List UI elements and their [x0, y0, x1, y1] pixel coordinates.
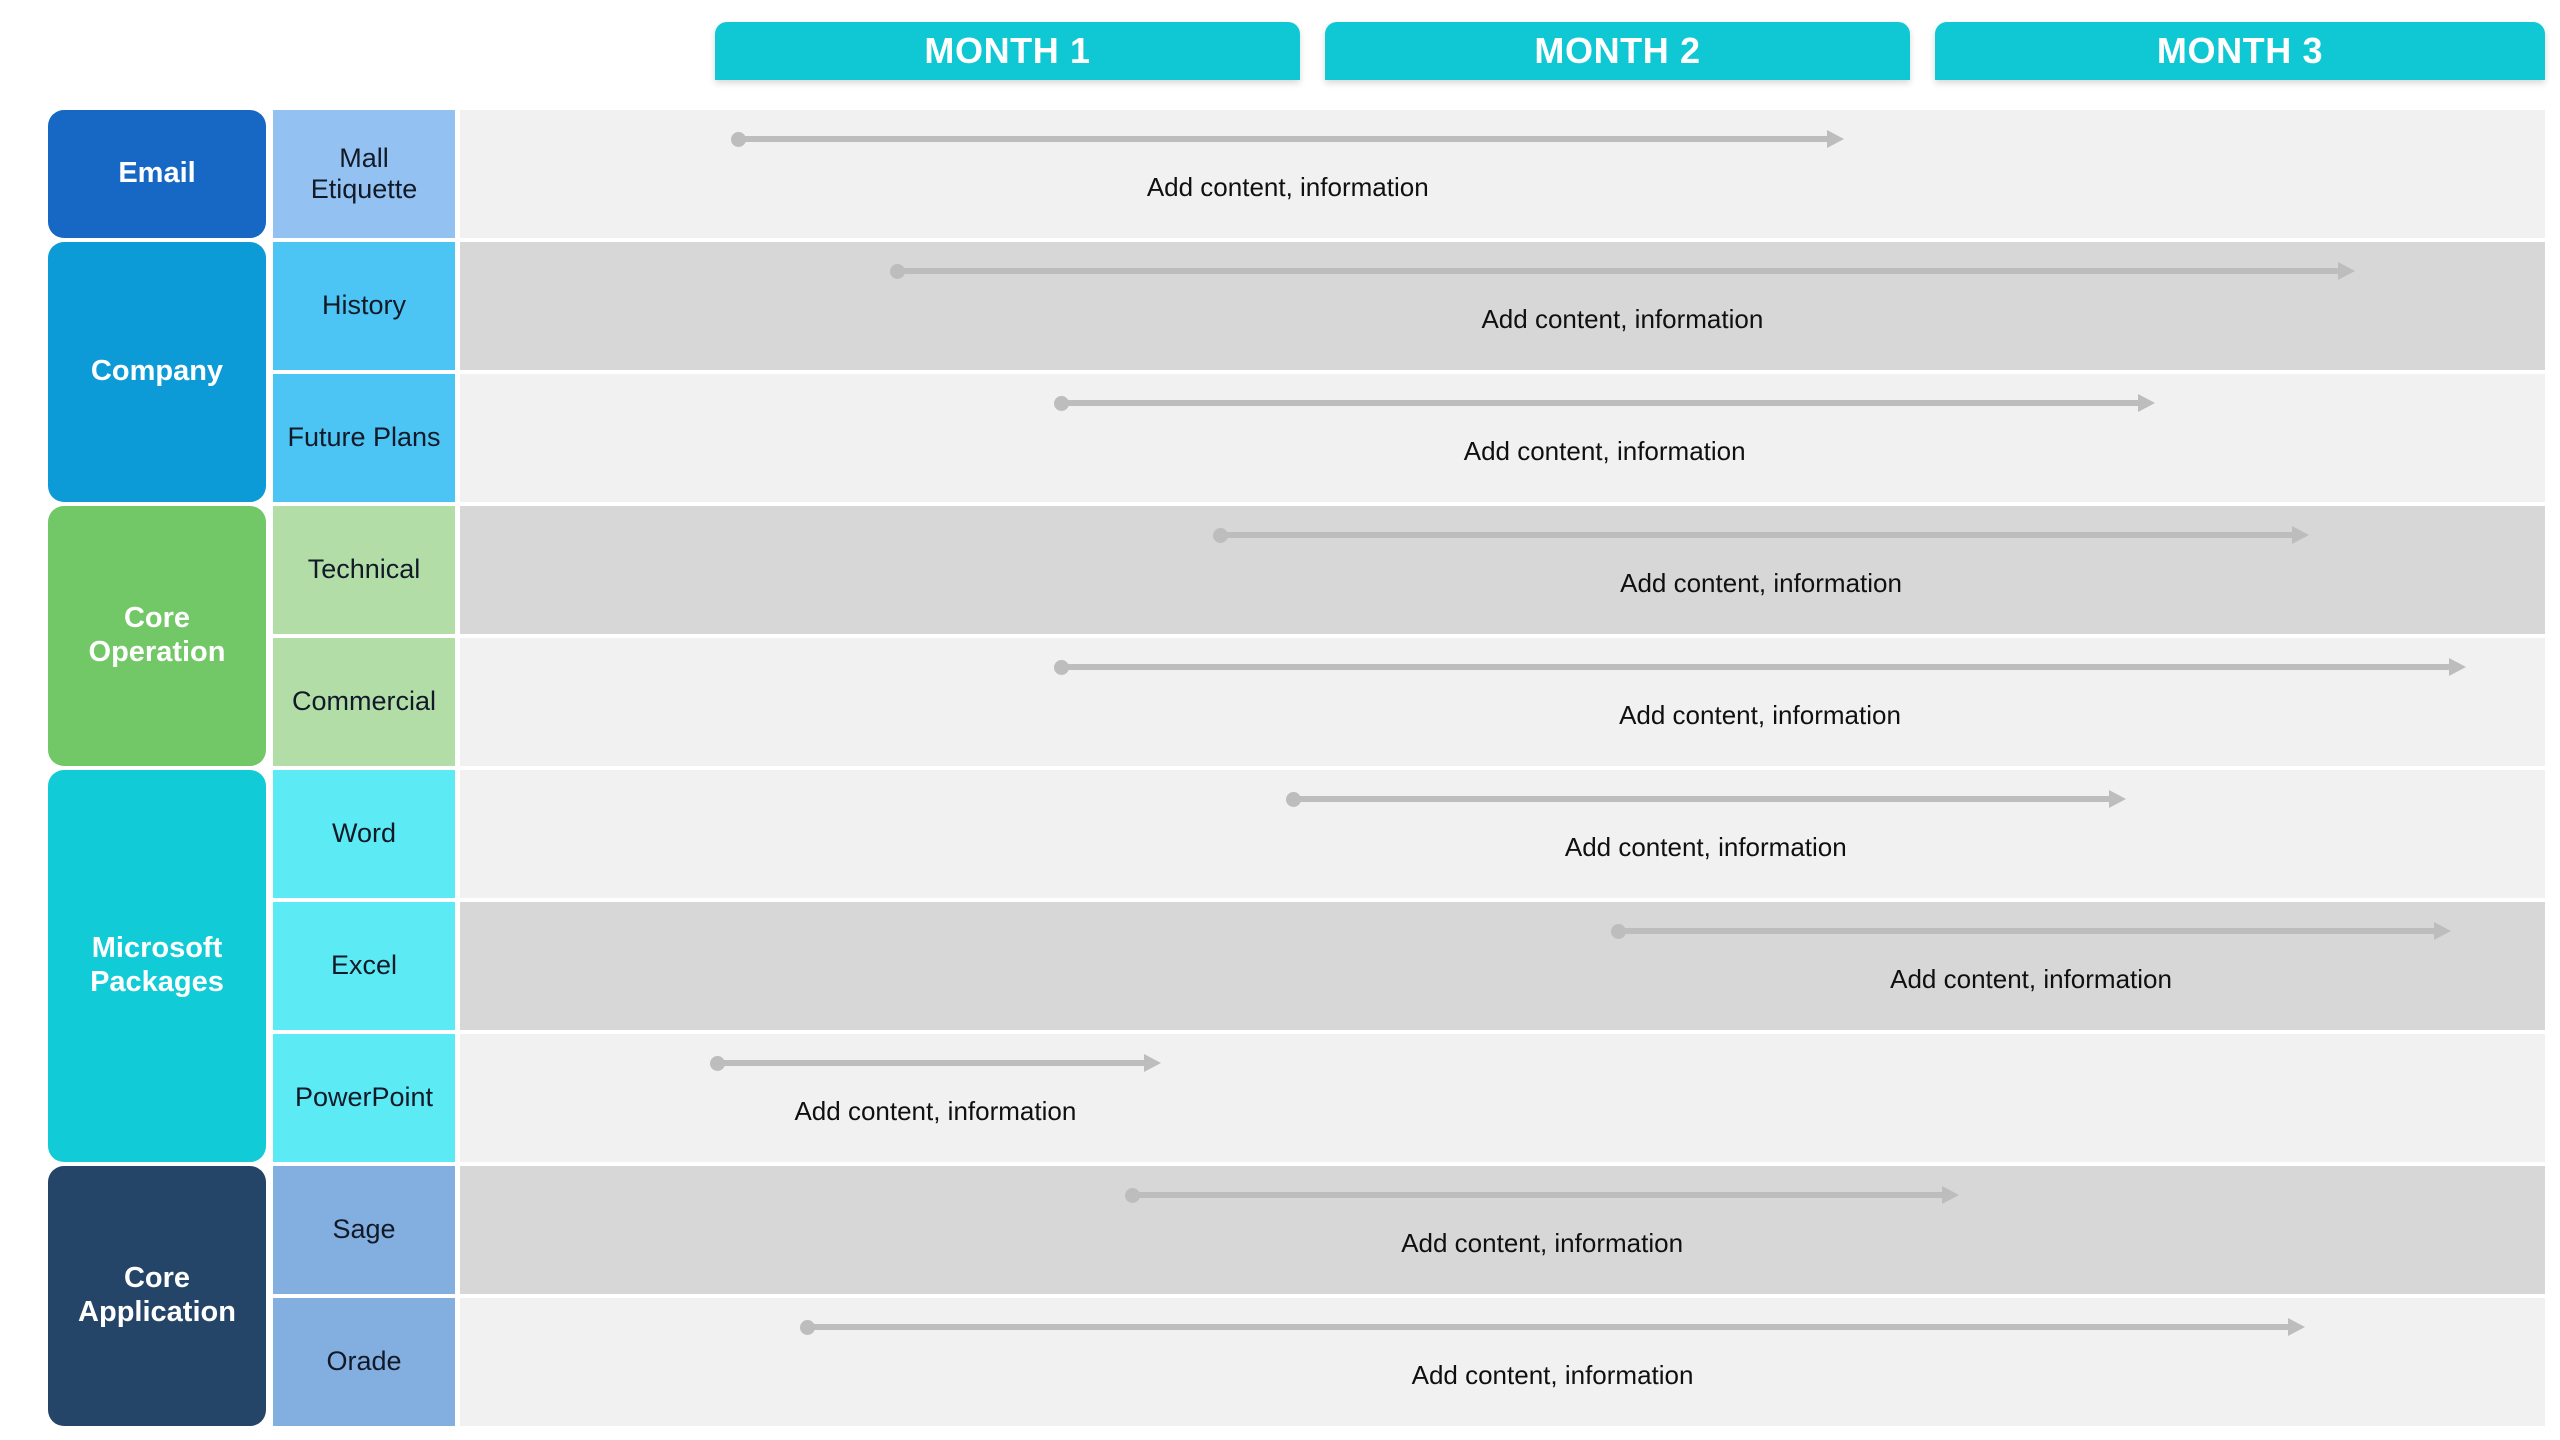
- duration-arrow[interactable]: [710, 1054, 1161, 1072]
- duration-arrow[interactable]: [1125, 1186, 1960, 1204]
- arrow-start-dot-icon: [1054, 660, 1070, 675]
- arrow-line: [1291, 796, 2112, 802]
- timeline-lane: Add content, information: [460, 638, 2545, 766]
- duration-arrow[interactable]: [799, 1318, 2306, 1336]
- arrow-head-icon: [2448, 658, 2466, 676]
- arrow-start-dot-icon: [1212, 528, 1228, 543]
- subcategory-block[interactable]: Mall Etiquette: [273, 110, 455, 238]
- month-header-tab-2[interactable]: MONTH 2: [1325, 22, 1910, 80]
- arrow-start-dot-icon: [1610, 924, 1626, 939]
- category-block[interactable]: Company: [48, 242, 266, 502]
- arrow-start-dot-icon: [799, 1320, 815, 1335]
- subcategory-block[interactable]: PowerPoint: [273, 1034, 455, 1162]
- arrow-line: [737, 136, 1831, 142]
- timeline-lane: Add content, information: [460, 902, 2545, 1030]
- timeline-lane: Add content, information: [460, 770, 2545, 898]
- subcategory-block[interactable]: Future Plans: [273, 374, 455, 502]
- lane-note-label: Add content, information: [1564, 832, 1847, 862]
- arrow-head-icon: [2138, 394, 2156, 412]
- arrow-line: [1218, 532, 2296, 538]
- subcategory-block[interactable]: History: [273, 242, 455, 370]
- lane-note-label: Add content, information: [1619, 700, 1901, 730]
- duration-arrow[interactable]: [1054, 658, 2466, 676]
- lane-note-label: Add content, information: [1620, 568, 1902, 598]
- arrow-line: [1060, 400, 2142, 406]
- lane-note-label: Add content, information: [1401, 1228, 1684, 1258]
- gantt-schedule-chart: MONTH 1 MONTH 2 MONTH 3 Email Company Core O…: [0, 0, 2560, 1440]
- timeline-lane: Add content, information: [460, 1166, 2545, 1294]
- timeline-lane: Add content, information: [460, 110, 2545, 238]
- arrow-line: [895, 268, 2342, 274]
- arrow-start-dot-icon: [710, 1056, 726, 1071]
- category-block[interactable]: Core Application: [48, 1166, 266, 1426]
- timeline-lane: Add content, information: [460, 1298, 2545, 1426]
- lane-note-label: Add content, information: [1463, 436, 1746, 466]
- arrow-head-icon: [2108, 790, 2126, 808]
- arrow-head-icon: [1143, 1054, 1161, 1072]
- arrow-line: [805, 1324, 2292, 1330]
- timeline-lane: Add content, information: [460, 242, 2545, 370]
- duration-arrow[interactable]: [1212, 526, 2310, 544]
- subcategory-block[interactable]: Word: [273, 770, 455, 898]
- lane-note-label: Add content, information: [1411, 1360, 1694, 1390]
- timeline-lane: Add content, information: [460, 374, 2545, 502]
- subcategory-block[interactable]: Technical: [273, 506, 455, 634]
- duration-arrow[interactable]: [1285, 790, 2126, 808]
- arrow-start-dot-icon: [1054, 396, 1070, 411]
- month-header-tab-1[interactable]: MONTH 1: [715, 22, 1300, 80]
- arrow-line: [1131, 1192, 1946, 1198]
- arrow-start-dot-icon: [1125, 1188, 1141, 1203]
- category-block[interactable]: Core Operation: [48, 506, 266, 766]
- timeline-lane: Add content, information: [460, 506, 2545, 634]
- arrow-head-icon: [2338, 262, 2356, 280]
- timeline-lane: Add content, information: [460, 1034, 2545, 1162]
- arrow-line: [716, 1060, 1147, 1066]
- schedule-body: Email Company Core Operation Microsoft Pack…: [0, 110, 2560, 1440]
- arrow-head-icon: [2288, 1318, 2306, 1336]
- lane-note-label: Add content, information: [1146, 172, 1429, 202]
- subcategory-block[interactable]: Sage: [273, 1166, 455, 1294]
- lane-note-label: Add content, information: [794, 1096, 1077, 1126]
- arrow-head-icon: [2292, 526, 2310, 544]
- duration-arrow[interactable]: [1610, 922, 2452, 940]
- subcategory-block[interactable]: Orade: [273, 1298, 455, 1426]
- category-block[interactable]: Email: [48, 110, 266, 238]
- arrow-head-icon: [1827, 130, 1845, 148]
- duration-arrow[interactable]: [889, 262, 2356, 280]
- lane-note-label: Add content, information: [1890, 964, 2172, 994]
- duration-arrow[interactable]: [731, 130, 1845, 148]
- arrow-start-dot-icon: [889, 264, 905, 279]
- month-header-tab-3[interactable]: MONTH 3: [1935, 22, 2545, 80]
- duration-arrow[interactable]: [1054, 394, 2156, 412]
- category-block[interactable]: Microsoft Packages: [48, 770, 266, 1162]
- arrow-head-icon: [1942, 1186, 1960, 1204]
- arrow-start-dot-icon: [1285, 792, 1301, 807]
- subcategory-block[interactable]: Excel: [273, 902, 455, 1030]
- subcategory-block[interactable]: Commercial: [273, 638, 455, 766]
- lane-note-label: Add content, information: [1481, 304, 1764, 334]
- arrow-start-dot-icon: [731, 132, 747, 147]
- month-header-row: MONTH 1 MONTH 2 MONTH 3: [0, 0, 2560, 80]
- arrow-line: [1060, 664, 2452, 670]
- arrow-line: [1616, 928, 2438, 934]
- arrow-head-icon: [2434, 922, 2452, 940]
